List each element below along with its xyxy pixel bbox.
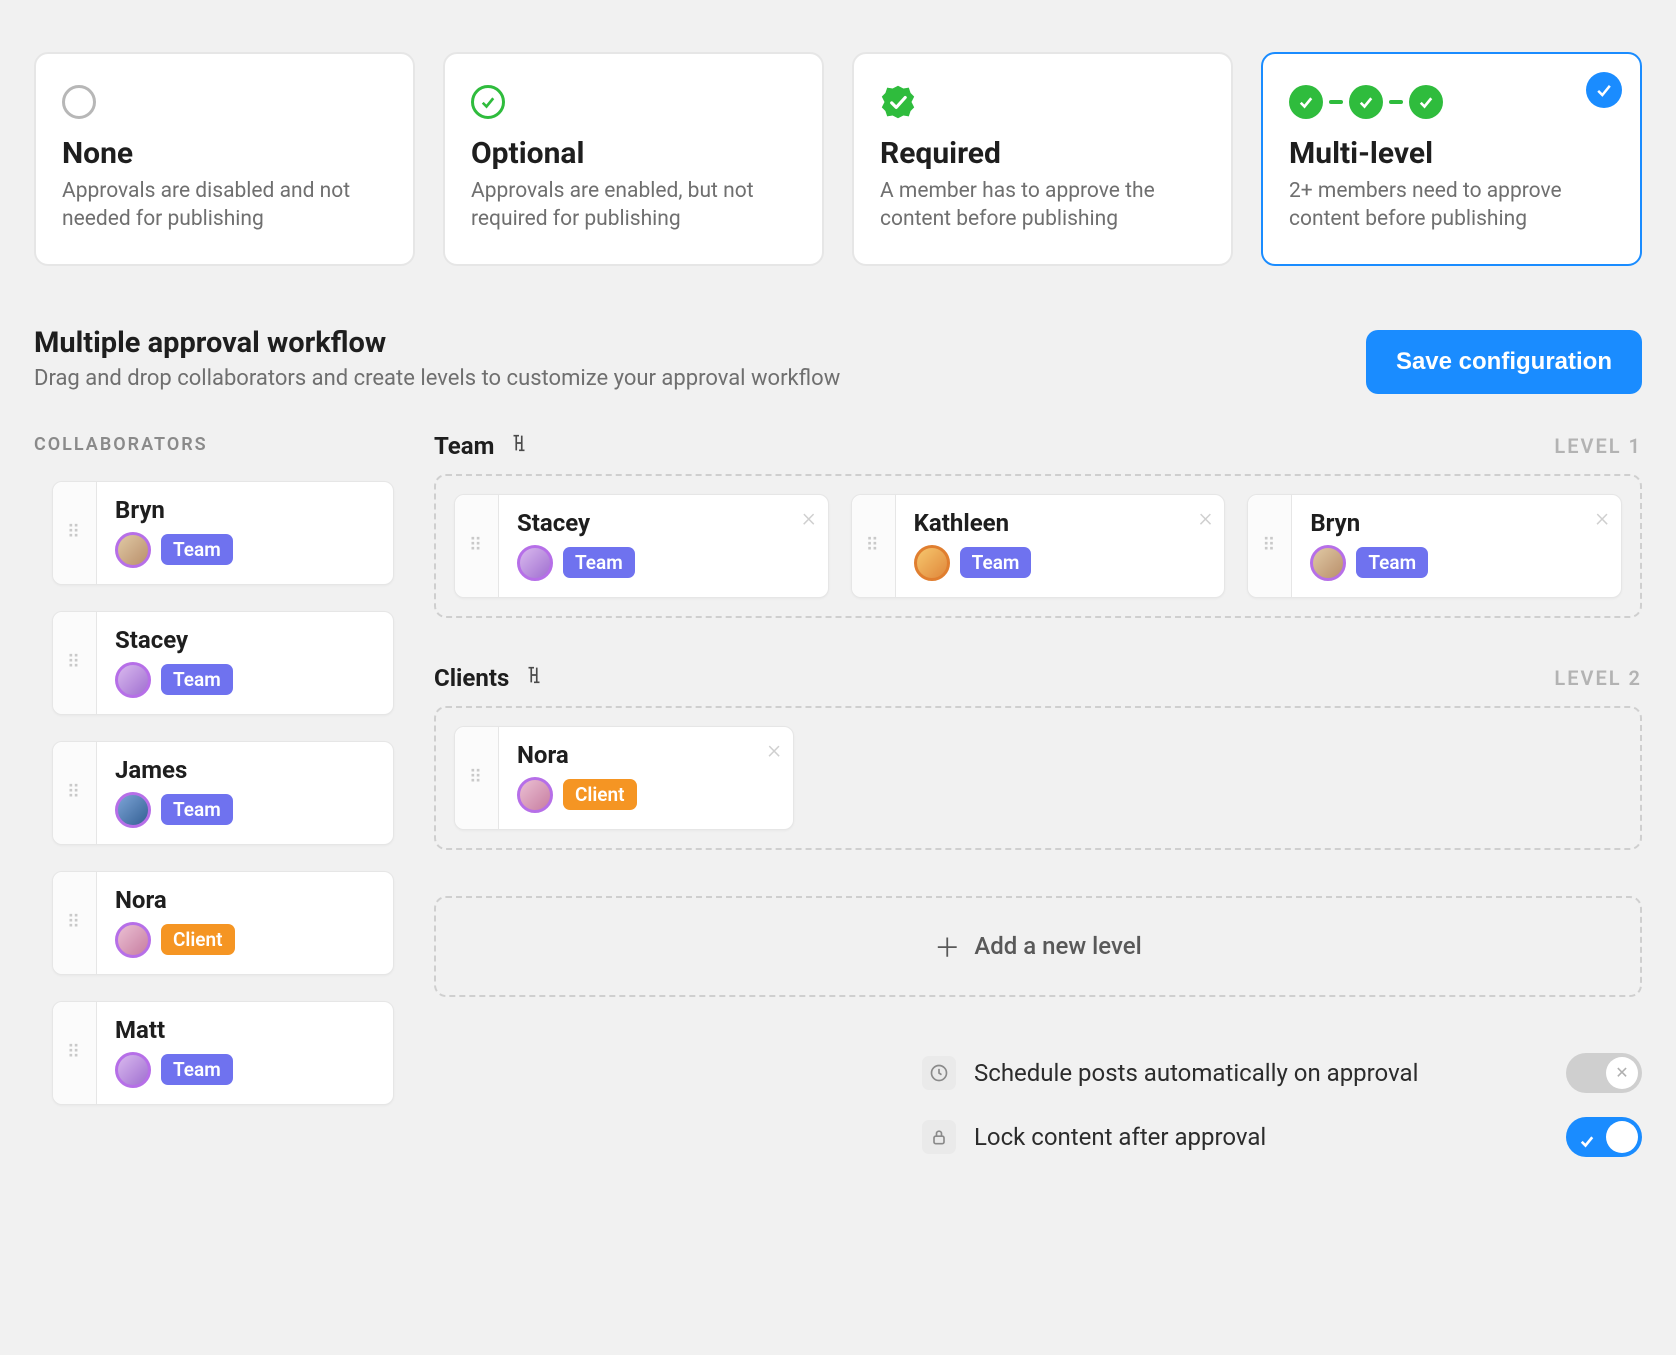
level-heading: Team LEVEL 1 (434, 432, 1642, 460)
remove-icon[interactable]: × (1199, 505, 1213, 531)
collaborator-name: Bryn (115, 496, 375, 524)
level-member-card[interactable]: ⠿ Bryn Team × (1247, 494, 1622, 598)
level-name: Team (434, 432, 494, 460)
setting-label: Lock content after approval (974, 1123, 1266, 1151)
option-title: Required (880, 136, 1205, 171)
option-desc: Approvals are enabled, but not required … (471, 177, 796, 234)
option-title: Optional (471, 136, 796, 171)
save-configuration-button[interactable]: Save configuration (1366, 330, 1642, 394)
add-level-label: Add a new level (974, 932, 1141, 960)
toggle-schedule[interactable]: ✕ (1566, 1053, 1642, 1093)
setting-lock: Lock content after approval (922, 1117, 1642, 1157)
collaborator-card[interactable]: ⠿ Bryn Team (52, 481, 394, 585)
option-multilevel[interactable]: Multi-level 2+ members need to approve c… (1261, 52, 1642, 266)
lock-icon (922, 1120, 956, 1154)
level-member-card[interactable]: ⠿ Nora Client × (454, 726, 794, 830)
avatar (1310, 545, 1346, 581)
role-badge: Team (161, 1054, 233, 1085)
drag-handle-icon[interactable]: ⠿ (53, 1002, 97, 1104)
multilevel-icon (1289, 80, 1614, 124)
avatar (115, 1052, 151, 1088)
approval-settings: Schedule posts automatically on approval… (922, 1053, 1642, 1157)
avatar (517, 545, 553, 581)
level-label: LEVEL 2 (1554, 666, 1642, 690)
toggle-lock[interactable] (1566, 1117, 1642, 1157)
drag-handle-icon[interactable]: ⠿ (53, 742, 97, 844)
required-icon (880, 80, 1205, 124)
collaborator-name: Matt (115, 1016, 375, 1044)
role-badge: Team (161, 664, 233, 695)
avatar (914, 545, 950, 581)
option-desc: A member has to approve the content befo… (880, 177, 1205, 234)
optional-icon (471, 80, 796, 124)
level-member-card[interactable]: ⠿ Stacey Team × (454, 494, 829, 598)
role-badge: Team (161, 794, 233, 825)
option-title: None (62, 136, 387, 171)
avatar (115, 792, 151, 828)
drag-handle-icon[interactable]: ⠿ (53, 482, 97, 584)
rename-icon[interactable] (523, 664, 545, 692)
role-badge: Team (563, 547, 635, 578)
drag-handle-icon[interactable]: ⠿ (53, 612, 97, 714)
workflow-body: COLLABORATORS ⠿ Bryn Team ⠿ Stacey Team (34, 428, 1642, 1181)
remove-icon[interactable]: × (1595, 505, 1609, 531)
check-icon (1578, 1128, 1596, 1156)
approval-mode-options: None Approvals are disabled and not need… (34, 52, 1642, 266)
setting-schedule: Schedule posts automatically on approval… (922, 1053, 1642, 1093)
level-dropzone[interactable]: ⠿ Stacey Team × ⠿ Kathleen Team (434, 474, 1642, 618)
drag-handle-icon[interactable]: ⠿ (455, 727, 499, 829)
collaborator-name: Stacey (115, 626, 375, 654)
collaborator-card[interactable]: ⠿ Matt Team (52, 1001, 394, 1105)
level-name: Clients (434, 664, 509, 692)
collaborator-card[interactable]: ⠿ Nora Client (52, 871, 394, 975)
levels-column: Team LEVEL 1 ⠿ Stacey Team × (434, 428, 1642, 1181)
avatar (115, 662, 151, 698)
member-name: Kathleen (914, 509, 1207, 537)
option-desc: 2+ members need to approve content befor… (1289, 177, 1614, 234)
workflow-title: Multiple approval workflow (34, 326, 840, 360)
member-name: Bryn (1310, 509, 1603, 537)
workflow-subtitle: Drag and drop collaborators and create l… (34, 366, 840, 391)
plus-icon: ＋ (934, 928, 960, 965)
role-badge: Team (161, 534, 233, 565)
drag-handle-icon[interactable]: ⠿ (53, 872, 97, 974)
drag-handle-icon[interactable]: ⠿ (1248, 495, 1292, 597)
level-dropzone[interactable]: ⠿ Nora Client × (434, 706, 1642, 850)
selected-check-icon (1586, 72, 1622, 108)
drag-handle-icon[interactable]: ⠿ (852, 495, 896, 597)
role-badge: Team (1356, 547, 1428, 578)
drag-handle-icon[interactable]: ⠿ (455, 495, 499, 597)
collaborator-name: James (115, 756, 375, 784)
member-name: Nora (517, 741, 775, 769)
avatar (115, 532, 151, 568)
avatar (115, 922, 151, 958)
rename-icon[interactable] (508, 432, 530, 460)
remove-icon[interactable]: × (767, 737, 781, 763)
none-icon (62, 80, 387, 124)
x-icon: ✕ (1615, 1063, 1628, 1082)
level-heading: Clients LEVEL 2 (434, 664, 1642, 692)
level-member-card[interactable]: ⠿ Kathleen Team × (851, 494, 1226, 598)
collaborator-name: Nora (115, 886, 375, 914)
clock-icon (922, 1056, 956, 1090)
option-desc: Approvals are disabled and not needed fo… (62, 177, 387, 234)
collaborator-card[interactable]: ⠿ James Team (52, 741, 394, 845)
option-title: Multi-level (1289, 136, 1614, 171)
role-badge: Team (960, 547, 1032, 578)
role-badge: Client (563, 779, 637, 810)
member-name: Stacey (517, 509, 810, 537)
add-level-button[interactable]: ＋ Add a new level (434, 896, 1642, 997)
role-badge: Client (161, 924, 235, 955)
collaborators-heading: COLLABORATORS (34, 434, 394, 455)
workflow-header: Multiple approval workflow Drag and drop… (34, 326, 1642, 394)
option-required[interactable]: Required A member has to approve the con… (852, 52, 1233, 266)
remove-icon[interactable]: × (802, 505, 816, 531)
option-optional[interactable]: Optional Approvals are enabled, but not … (443, 52, 824, 266)
setting-label: Schedule posts automatically on approval (974, 1059, 1418, 1087)
level-label: LEVEL 1 (1554, 434, 1642, 458)
option-none[interactable]: None Approvals are disabled and not need… (34, 52, 415, 266)
collaborator-card[interactable]: ⠿ Stacey Team (52, 611, 394, 715)
collaborators-column: COLLABORATORS ⠿ Bryn Team ⠿ Stacey Team (34, 428, 394, 1181)
avatar (517, 777, 553, 813)
